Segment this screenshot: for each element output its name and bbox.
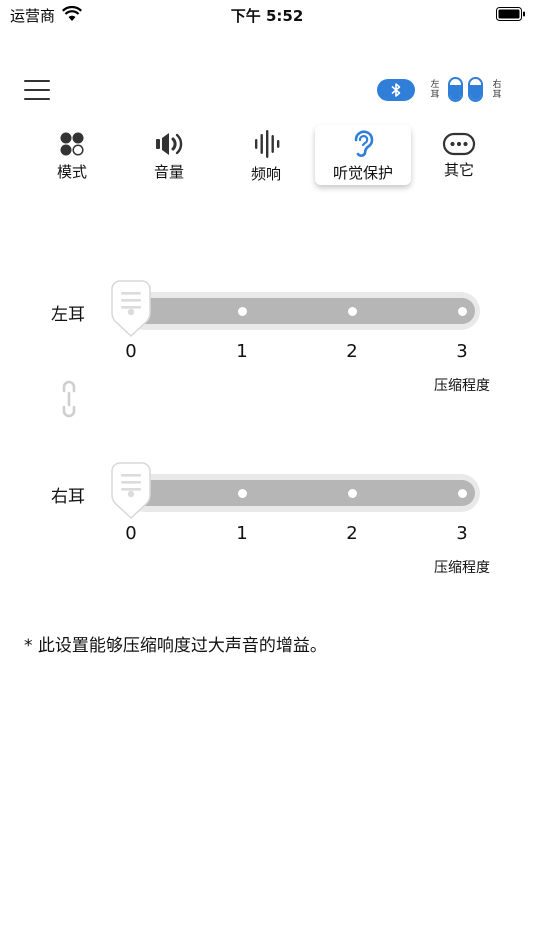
- left-ear-stop-3[interactable]: [457, 306, 467, 316]
- tab-mode[interactable]: 模式: [24, 125, 120, 185]
- left-ear-slider-thumb[interactable]: [108, 279, 154, 339]
- bluetooth-status[interactable]: [377, 79, 415, 101]
- right-ear-tick-label: 2: [346, 523, 358, 544]
- right-ear-tick-label: 3: [456, 523, 468, 544]
- mode-icon: [60, 132, 84, 156]
- status-bar: 运营商 下午 5:52: [0, 0, 534, 30]
- menu-button[interactable]: [24, 78, 50, 102]
- battery-right-label: 右耳: [492, 80, 502, 100]
- right-earbud-battery: [468, 77, 483, 102]
- tab-other[interactable]: 其它: [411, 125, 507, 185]
- left-ear-slider-track[interactable]: [125, 292, 480, 330]
- right-ear-slider-track[interactable]: [125, 474, 480, 512]
- right-ear-tick-label: 0: [125, 523, 137, 544]
- battery-left-label: 左耳: [430, 80, 440, 100]
- status-time: 下午 5:52: [230, 7, 304, 25]
- tab-mode-label: 模式: [56, 163, 87, 181]
- battery-icon: [496, 7, 525, 21]
- right-ear-stop-2[interactable]: [347, 488, 357, 498]
- left-ear-unit-label: 压缩程度: [434, 378, 490, 394]
- left-ear-label: 左耳: [51, 305, 85, 325]
- tab-volume-label: 音量: [153, 163, 184, 181]
- left-ear-stop-2[interactable]: [347, 306, 357, 316]
- right-ear-stop-3[interactable]: [457, 488, 467, 498]
- right-ear-tick-label: 1: [236, 523, 248, 544]
- frequency-response-icon: [255, 130, 280, 158]
- left-ear-tick-label: 2: [346, 341, 358, 362]
- tab-volume[interactable]: 音量: [121, 125, 217, 185]
- left-ear-tick-label: 3: [456, 341, 468, 362]
- link-icon[interactable]: [57, 380, 81, 418]
- left-ear-tick-label: 0: [125, 341, 137, 362]
- tab-hearing-protection[interactable]: 听觉保护: [315, 125, 411, 185]
- note-text: * 此设置能够压缩响度过大声音的增益。: [24, 636, 327, 656]
- left-ear-tick-label: 1: [236, 341, 248, 362]
- volume-icon: [156, 133, 183, 155]
- right-ear-slider-thumb[interactable]: [108, 461, 154, 521]
- tab-frequency-response-label: 频响: [250, 165, 281, 183]
- bluetooth-icon: [391, 83, 401, 97]
- right-ear-unit-label: 压缩程度: [434, 560, 490, 576]
- left-ear-stop-1[interactable]: [237, 306, 247, 316]
- right-ear-stop-1[interactable]: [237, 488, 247, 498]
- tab-frequency-response[interactable]: 频响: [218, 125, 314, 185]
- tab-other-label: 其它: [443, 161, 474, 179]
- tab-hearing-protection-label: 听觉保护: [332, 164, 393, 182]
- more-icon: [442, 132, 476, 156]
- ear-icon: [354, 130, 374, 157]
- left-earbud-battery: [448, 77, 463, 102]
- right-ear-label: 右耳: [51, 487, 85, 507]
